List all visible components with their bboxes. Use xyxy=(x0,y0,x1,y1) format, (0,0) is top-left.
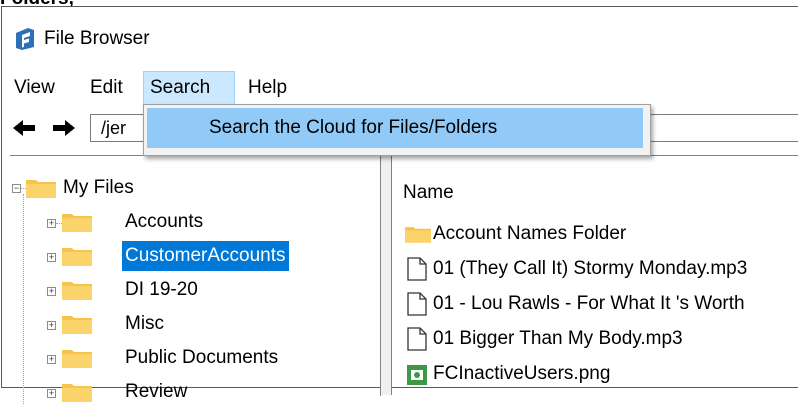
expand-icon[interactable]: + xyxy=(47,321,56,330)
file-icon xyxy=(407,292,427,316)
tree-label: My Files xyxy=(63,177,134,198)
menu-bar: View Edit Search Help xyxy=(2,71,798,105)
folder-icon xyxy=(62,214,92,232)
tree-item-public-documents[interactable]: + Public Documents xyxy=(10,343,370,373)
tree-item-review[interactable]: + Review xyxy=(10,377,370,407)
tree-item-di-19-20[interactable]: + DI 19-20 xyxy=(10,275,370,305)
folder-icon xyxy=(405,227,431,243)
expand-icon[interactable]: + xyxy=(47,287,56,296)
tree-label: DI 19-20 xyxy=(125,279,198,300)
expand-icon[interactable]: + xyxy=(47,253,56,262)
folder-icon xyxy=(62,384,92,402)
search-cloud-menu-item[interactable]: Search the Cloud for Files/Folders xyxy=(147,108,643,148)
forward-arrow-icon[interactable] xyxy=(52,118,76,138)
name-column-header[interactable]: Name xyxy=(403,178,454,208)
search-dropdown-menu: Search the Cloud for Files/Folders xyxy=(143,104,651,156)
file-name: Account Names Folder xyxy=(433,223,627,244)
tree-item-misc[interactable]: + Misc xyxy=(10,309,370,339)
back-arrow-icon[interactable] xyxy=(12,118,36,138)
expand-icon[interactable]: + xyxy=(47,389,56,398)
file-browser-window: File Browser View Edit Search Help /jer … xyxy=(1,6,798,404)
tree-item-customeraccounts[interactable]: + CustomerAccounts xyxy=(10,241,370,271)
app-logo-icon xyxy=(16,28,34,50)
folder-icon xyxy=(62,248,92,266)
tree-label-selected: CustomerAccounts xyxy=(122,241,289,271)
folder-icon xyxy=(26,180,56,198)
folder-tree: − My Files + Accounts + CustomerAccounts… xyxy=(10,155,381,404)
file-name: 01 - Lou Rawls - For What It 's Worth xyxy=(433,293,745,314)
file-icon xyxy=(407,327,427,351)
file-list: Name Account Names Folder 01 (They Call … xyxy=(391,155,798,396)
tree-label: Misc xyxy=(125,313,165,334)
path-text: /jer xyxy=(101,118,127,138)
file-name: 01 Bigger Than My Body.mp3 xyxy=(433,328,683,349)
tree-label: Review xyxy=(125,381,188,402)
file-name: FCInactiveUsers.png xyxy=(433,363,611,384)
tree-label: Accounts xyxy=(125,211,204,232)
title-bar: File Browser xyxy=(2,7,798,69)
menu-search[interactable]: Search xyxy=(143,71,235,105)
file-name: 01 (They Call It) Stormy Monday.mp3 xyxy=(433,258,748,279)
folder-icon xyxy=(62,316,92,334)
menu-help[interactable]: Help xyxy=(242,71,293,105)
tree-item-accounts[interactable]: + Accounts xyxy=(10,207,370,237)
file-icon xyxy=(407,257,427,281)
window-title: File Browser xyxy=(44,28,150,49)
tree-label: Public Documents xyxy=(125,347,279,368)
folder-icon xyxy=(62,350,92,368)
tree-item-my-files[interactable]: − My Files xyxy=(10,173,370,203)
menu-edit[interactable]: Edit xyxy=(84,71,129,105)
expand-icon[interactable]: + xyxy=(47,355,56,364)
expand-icon[interactable]: + xyxy=(47,219,56,228)
collapse-icon[interactable]: − xyxy=(12,184,21,193)
folder-icon xyxy=(62,282,92,300)
menu-view[interactable]: View xyxy=(8,71,61,105)
